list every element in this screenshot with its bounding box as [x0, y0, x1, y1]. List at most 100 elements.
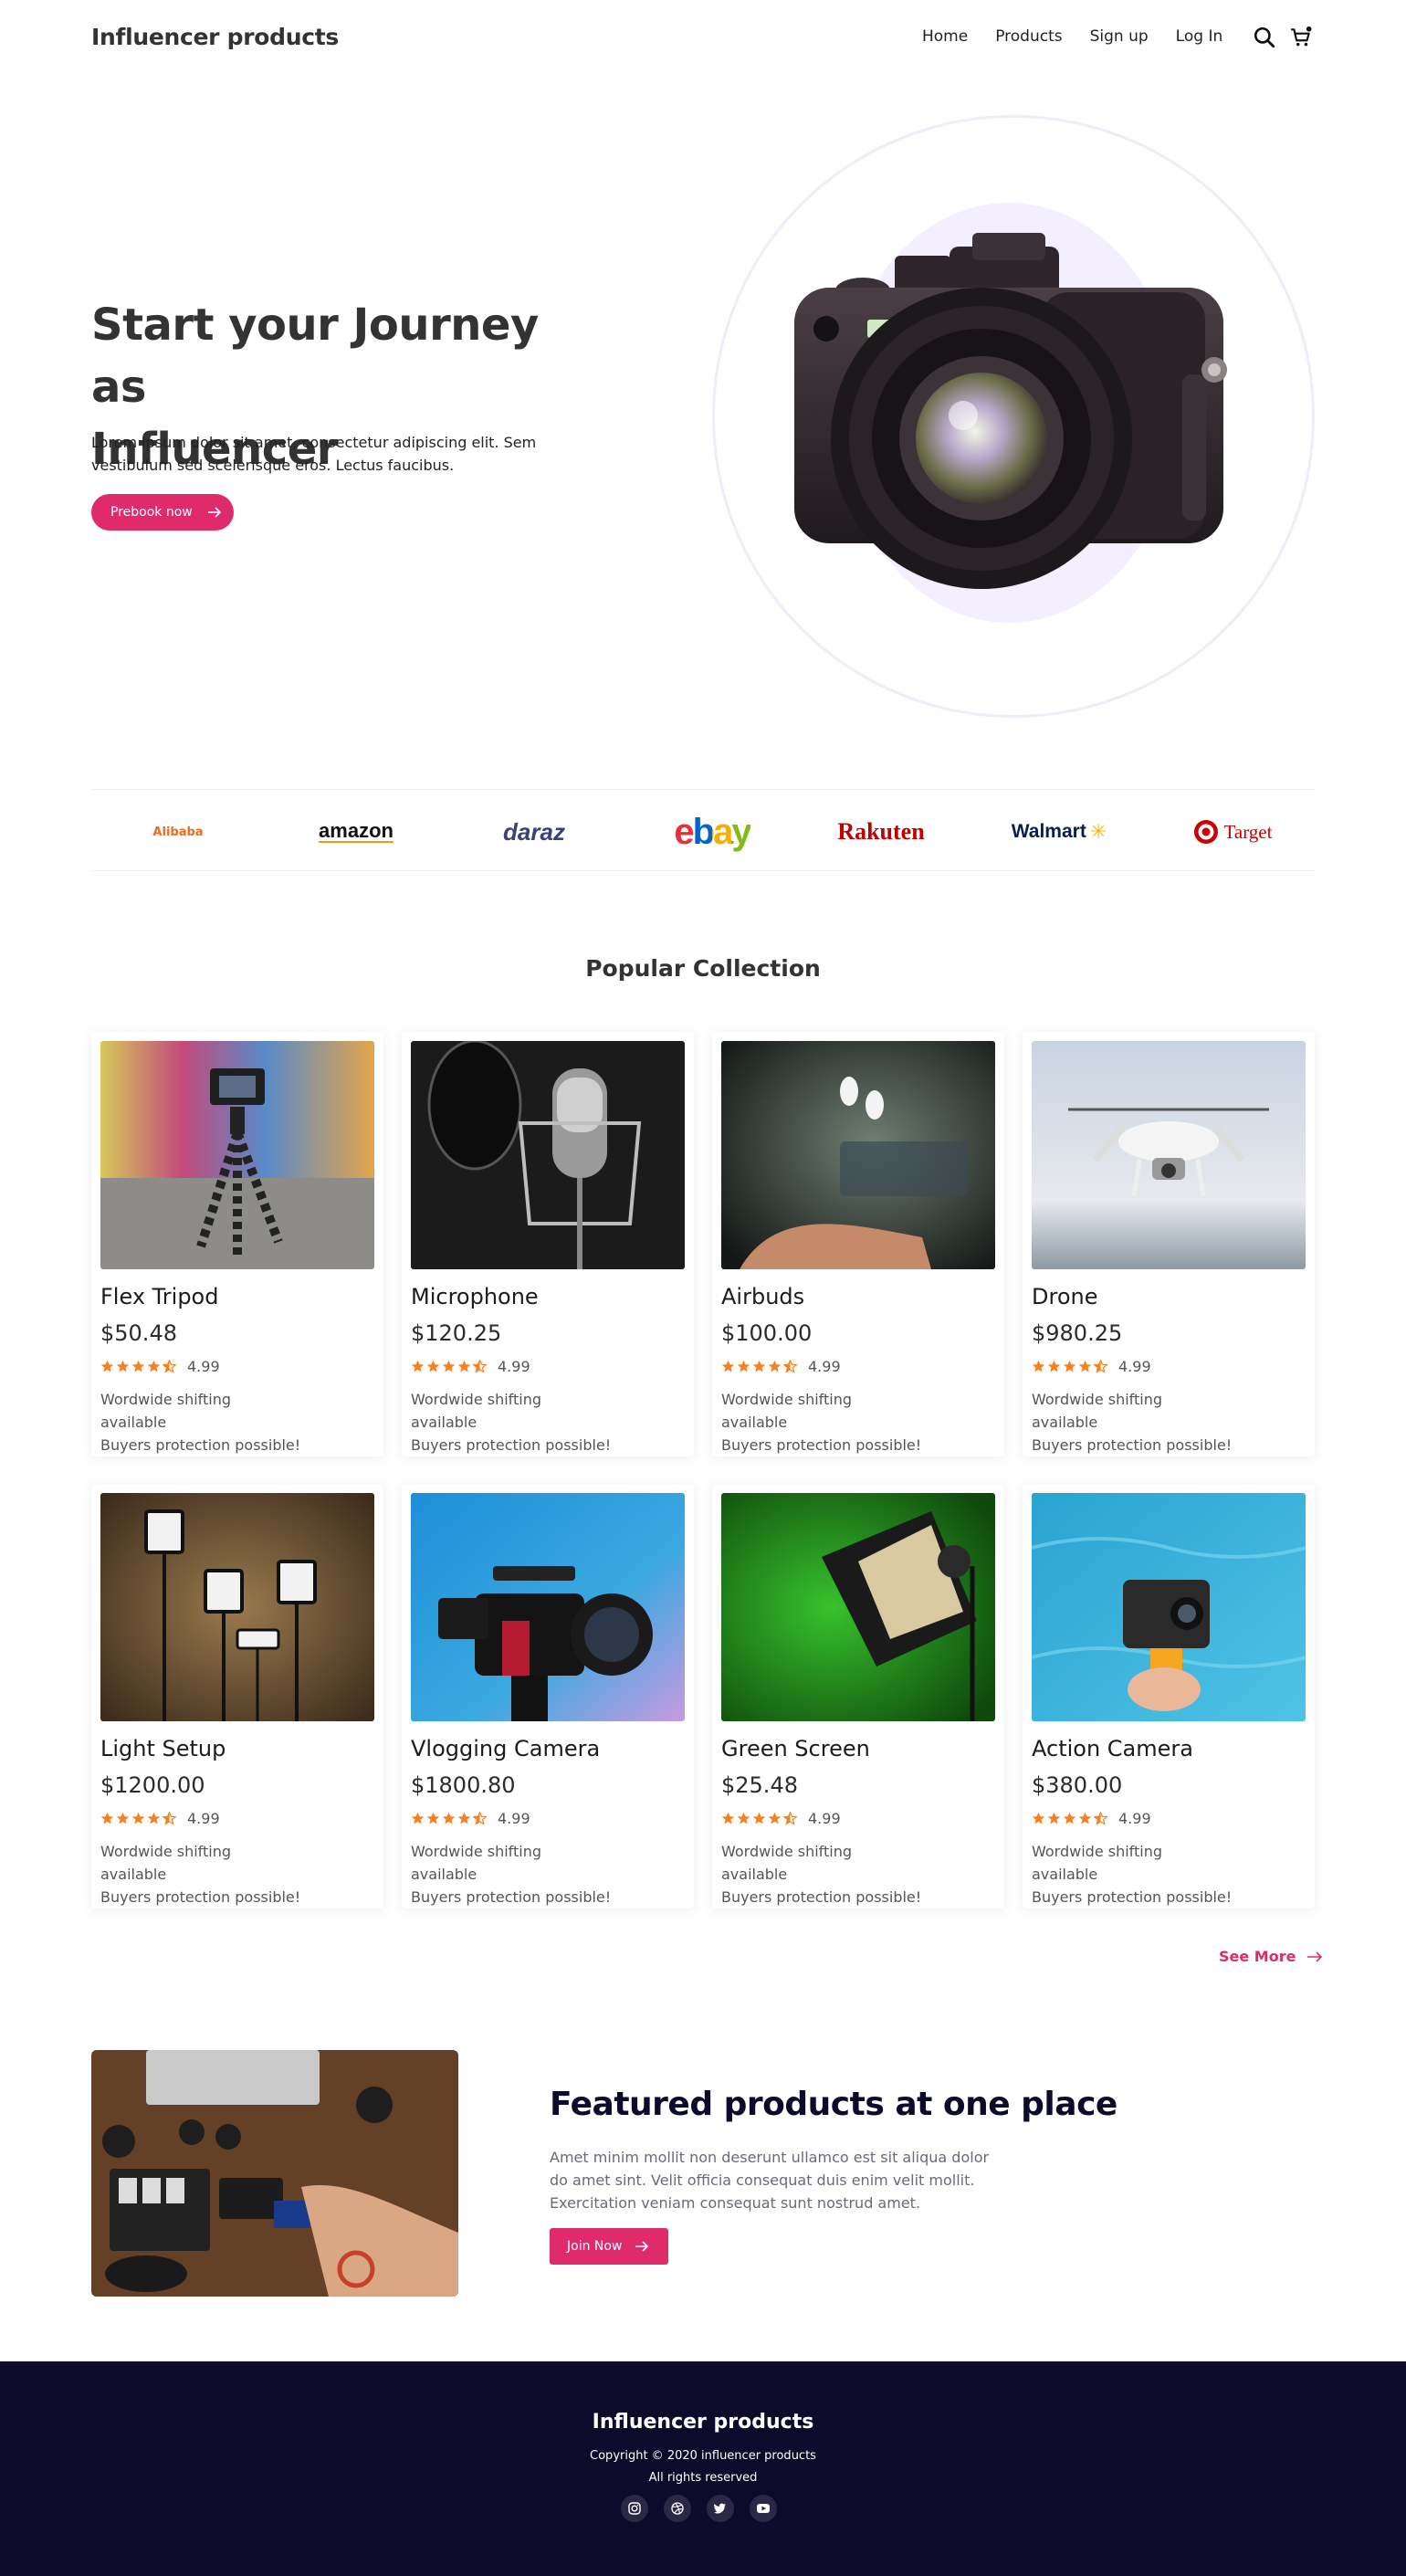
dribbble-icon[interactable]: [664, 2495, 691, 2522]
instagram-icon[interactable]: [621, 2495, 648, 2522]
star-icon: [768, 1812, 782, 1824]
product-info: Wordwide shifting available Buyers prote…: [1032, 1843, 1233, 1906]
brand-logo[interactable]: Influencer products: [91, 24, 339, 50]
star-icon: [737, 1360, 750, 1372]
rating-stars: 4.99: [100, 1810, 220, 1827]
product-card[interactable]: Flex Tripod $50.48 4.99 Wordwide shiftin…: [91, 1032, 383, 1456]
product-price: $50.48: [100, 1320, 177, 1346]
star-icon: [737, 1812, 750, 1824]
star-icon: [100, 1812, 114, 1824]
join-now-label: Join Now: [567, 2239, 623, 2254]
featured-description: Amet minim mollit non deserunt ullamco e…: [550, 2149, 990, 2212]
product-image-flex-tripod: [100, 1041, 374, 1269]
product-info: Wordwide shifting available Buyers prote…: [721, 1391, 922, 1454]
star-icon: [1032, 1812, 1045, 1824]
product-card[interactable]: Light Setup $1200.00 4.99 Wordwide shift…: [91, 1484, 383, 1908]
product-card[interactable]: Drone $980.25 4.99 Wordwide shifting ava…: [1023, 1032, 1315, 1456]
product-price: $100.00: [721, 1320, 813, 1346]
amazon-logo: amazon: [319, 819, 393, 843]
product-card[interactable]: Green Screen $25.48 4.99 Wordwide shifti…: [712, 1484, 1004, 1908]
half-star-icon: [1094, 1360, 1107, 1373]
target-logo: Target: [1173, 815, 1292, 848]
ebay-logo: ebay: [674, 811, 751, 852]
product-image-light-setup: [100, 1493, 374, 1721]
half-star-icon: [163, 1360, 176, 1373]
arrow-right-icon: [207, 507, 221, 518]
rating-value: 4.99: [1118, 1810, 1151, 1827]
product-name[interactable]: Action Camera: [1032, 1736, 1193, 1761]
popular-section-title: Popular Collection: [585, 955, 821, 982]
product-name[interactable]: Vlogging Camera: [411, 1736, 600, 1761]
rating-stars: 4.99: [411, 1358, 530, 1375]
youtube-icon[interactable]: [750, 2495, 777, 2522]
rating-stars: 4.99: [1032, 1358, 1151, 1375]
product-card[interactable]: Vlogging Camera $1800.80 4.99 Wordwide s…: [402, 1484, 694, 1908]
product-name[interactable]: Drone: [1032, 1284, 1097, 1309]
rating-value: 4.99: [187, 1810, 220, 1827]
star-icon: [411, 1812, 425, 1824]
footer-copyright: Copyright © 2020 influencer products All…: [590, 2449, 816, 2485]
star-icon: [752, 1360, 766, 1372]
star-icon: [752, 1812, 766, 1824]
star-icon: [1032, 1360, 1045, 1372]
featured-title: Featured products at one place: [550, 2086, 1117, 2123]
product-name[interactable]: Light Setup: [100, 1736, 226, 1761]
star-icon: [768, 1360, 782, 1372]
product-card[interactable]: Microphone $120.25 4.99 Wordwide shiftin…: [402, 1032, 694, 1456]
site-footer: Influencer products Copyright © 2020 inf…: [0, 2361, 1406, 2576]
rating-value: 4.99: [498, 1358, 530, 1375]
star-icon: [426, 1812, 440, 1824]
star-icon: [457, 1812, 471, 1824]
rating-value: 4.99: [808, 1810, 841, 1827]
hero-description: Lorem ipsum dolor sit amet, consectetur …: [91, 434, 537, 474]
product-card[interactable]: Airbuds $100.00 4.99 Wordwide shifting a…: [712, 1032, 1004, 1456]
product-name[interactable]: Flex Tripod: [100, 1284, 218, 1309]
nav-log-in[interactable]: Log In: [1176, 27, 1223, 46]
product-image-drone: [1032, 1041, 1306, 1269]
half-star-icon: [473, 1360, 487, 1373]
nav-products[interactable]: Products: [995, 27, 1062, 46]
join-now-button[interactable]: Join Now: [550, 2228, 668, 2265]
product-image-green-screen: [721, 1493, 995, 1721]
product-image-vlogging-camera: [411, 1493, 685, 1721]
camera-illustration: [794, 233, 1227, 589]
half-star-icon: [163, 1812, 176, 1825]
see-more-label: See More: [1219, 1948, 1296, 1965]
star-icon: [1047, 1812, 1061, 1824]
half-star-icon: [783, 1360, 797, 1373]
star-icon: [131, 1360, 145, 1372]
product-name[interactable]: Microphone: [411, 1284, 539, 1309]
arrow-right-icon: [635, 2241, 649, 2252]
daraz-logo: daraz: [503, 817, 565, 846]
star-icon: [1078, 1812, 1092, 1824]
rating-value: 4.99: [808, 1358, 841, 1375]
main-nav: Home Products Sign up Log In: [922, 27, 1250, 46]
star-icon: [131, 1812, 145, 1824]
rakuten-logo: Rakuten: [837, 818, 925, 845]
rating-stars: 4.99: [411, 1810, 530, 1827]
product-name[interactable]: Airbuds: [721, 1284, 804, 1309]
product-price: $120.25: [411, 1320, 502, 1346]
star-icon: [100, 1360, 114, 1372]
star-icon: [1047, 1360, 1061, 1372]
cart-icon[interactable]: [1289, 26, 1313, 49]
nav-sign-up[interactable]: Sign up: [1090, 27, 1149, 46]
product-name[interactable]: Green Screen: [721, 1736, 870, 1761]
star-icon: [147, 1360, 161, 1372]
star-icon: [457, 1360, 471, 1372]
rating-stars: 4.99: [721, 1810, 841, 1827]
star-icon: [426, 1360, 440, 1372]
product-image-action-camera: [1032, 1493, 1306, 1721]
footer-brand: Influencer products: [592, 2411, 814, 2434]
see-more-link[interactable]: See More: [1219, 1948, 1323, 1965]
nav-home[interactable]: Home: [922, 27, 968, 46]
search-icon[interactable]: [1253, 26, 1276, 49]
star-icon: [411, 1360, 425, 1372]
twitter-icon[interactable]: [707, 2495, 734, 2522]
rating-value: 4.99: [187, 1358, 220, 1375]
product-price: $380.00: [1032, 1772, 1123, 1798]
arrow-right-icon: [1307, 1950, 1323, 1962]
prebook-button[interactable]: Prebook now: [91, 494, 234, 531]
product-card[interactable]: Action Camera $380.00 4.99 Wordwide shif…: [1023, 1484, 1315, 1908]
rating-value: 4.99: [1118, 1358, 1151, 1375]
